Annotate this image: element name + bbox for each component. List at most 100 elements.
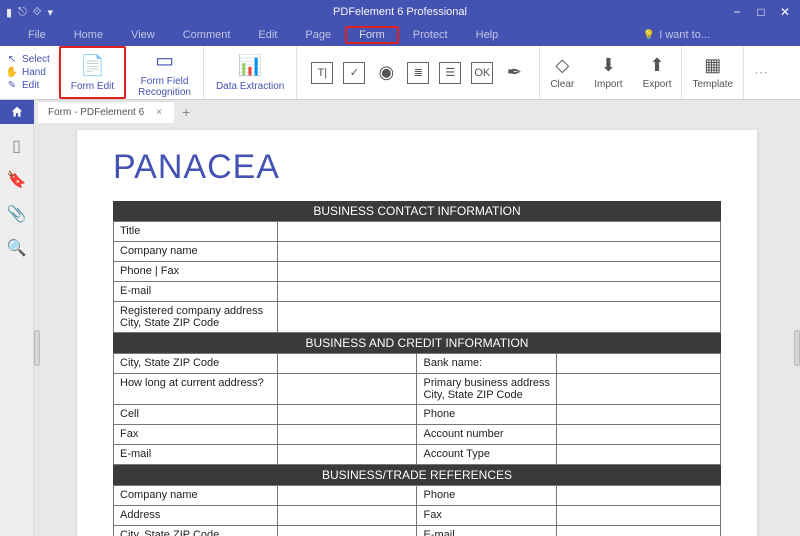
- section-2-header: BUSINESS AND CREDIT INFORMATION: [113, 333, 721, 353]
- app-logo-icon: ▮: [6, 6, 12, 19]
- s2-r2-rv[interactable]: [557, 405, 721, 425]
- s2-r2-r: Phone: [417, 405, 557, 425]
- page-viewport[interactable]: PANACEA BUSINESS CONTACT INFORMATION Tit…: [34, 124, 800, 536]
- form-field-recognition-button[interactable]: ▭ Form FieldRecognition: [126, 46, 204, 99]
- s3-r2-r: E-mail: [417, 526, 557, 536]
- s2-r3-r: Account number: [417, 425, 557, 445]
- qat-icon-2[interactable]: ⟐: [33, 6, 42, 19]
- menu-comment[interactable]: Comment: [169, 26, 245, 44]
- s3-r2-lv[interactable]: [277, 526, 417, 536]
- textfield-tool[interactable]: T|: [311, 62, 333, 84]
- hand-label: Hand: [22, 67, 46, 78]
- close-button[interactable]: ✕: [774, 3, 796, 21]
- clear-label: Clear: [550, 79, 574, 90]
- export-button[interactable]: ⬆Export: [633, 46, 682, 99]
- s3-r1-rv[interactable]: [557, 506, 721, 526]
- tab-close-button[interactable]: ×: [154, 107, 164, 118]
- clear-button[interactable]: ◇Clear: [540, 46, 584, 99]
- menu-protect[interactable]: Protect: [399, 26, 462, 44]
- template-button[interactable]: ▦Template: [682, 46, 743, 99]
- listbox-tool[interactable]: ☰: [439, 62, 461, 84]
- minimize-button[interactable]: −: [726, 3, 748, 21]
- form-edit-button[interactable]: 📄 Form Edit: [59, 46, 126, 99]
- s3-r0-lv[interactable]: [277, 486, 417, 506]
- document-tab[interactable]: Form - PDFelement 6 ×: [38, 101, 174, 123]
- s2-r3-l: Fax: [114, 425, 278, 445]
- qat-dropdown-icon[interactable]: ▾: [47, 6, 53, 19]
- search-icon[interactable]: 🔍: [9, 240, 25, 256]
- menu-view[interactable]: View: [117, 26, 169, 44]
- menu-home[interactable]: Home: [60, 26, 117, 44]
- new-tab-button[interactable]: +: [182, 104, 190, 120]
- extraction-label: Data Extraction: [216, 81, 284, 92]
- select-label: Select: [22, 54, 50, 65]
- s2-r3-rv[interactable]: [557, 425, 721, 445]
- s1-val-3[interactable]: [277, 282, 720, 302]
- s2-r4-l: E-mail: [114, 445, 278, 465]
- menu-edit[interactable]: Edit: [244, 26, 291, 44]
- s2-r4-rv[interactable]: [557, 445, 721, 465]
- i-want-to-button[interactable]: 💡 I want to...: [643, 29, 710, 41]
- data-extraction-button[interactable]: 📊 Data Extraction: [204, 46, 297, 99]
- import-button[interactable]: ⬇Import: [584, 46, 632, 99]
- ribbon: ↖Select ✋ Hand ✎Edit 📄 Form Edit ▭ Form F…: [0, 46, 800, 100]
- home-tab-button[interactable]: [0, 100, 34, 124]
- right-handle[interactable]: [794, 330, 800, 366]
- s2-r1-rv[interactable]: [557, 374, 721, 405]
- extraction-icon: 📊: [238, 53, 263, 78]
- workspace: ▯ 🔖 📎 🔍 PANACEA BUSINESS CONTACT INFORMA…: [0, 124, 800, 536]
- s2-r1-r: Primary business address City, State ZIP…: [417, 374, 557, 405]
- recognition-label: Form FieldRecognition: [138, 76, 191, 98]
- form-edit-icon: 📄: [80, 53, 105, 78]
- export-icon: ⬆: [649, 55, 664, 76]
- section-2-table: City, State ZIP CodeBank name: How long …: [113, 353, 721, 465]
- left-handle[interactable]: [34, 330, 40, 366]
- thumbnails-icon[interactable]: ▯: [9, 138, 25, 154]
- signature-tool[interactable]: ✒: [503, 62, 525, 84]
- s2-r0-lv[interactable]: [277, 354, 417, 374]
- s2-r0-rv[interactable]: [557, 354, 721, 374]
- attachments-icon[interactable]: 📎: [9, 206, 25, 222]
- s3-r1-lv[interactable]: [277, 506, 417, 526]
- menu-form[interactable]: Form: [345, 26, 399, 44]
- edit-label: Edit: [22, 80, 39, 91]
- s2-r1-lv[interactable]: [277, 374, 417, 405]
- button-tool[interactable]: OK: [471, 62, 493, 84]
- edit-tool[interactable]: ✎Edit: [6, 80, 50, 91]
- s1-val-1[interactable]: [277, 242, 720, 262]
- hand-icon: ✋: [6, 67, 18, 78]
- form-edit-label: Form Edit: [71, 81, 114, 92]
- home-icon: [10, 105, 24, 119]
- qat-icon-1[interactable]: ⎋: [18, 6, 27, 19]
- select-tool[interactable]: ↖Select: [6, 54, 50, 65]
- s2-r4-lv[interactable]: [277, 445, 417, 465]
- s3-r2-rv[interactable]: [557, 526, 721, 536]
- combo-tool[interactable]: ≣: [407, 62, 429, 84]
- s2-r0-l: City, State ZIP Code: [114, 354, 278, 374]
- radio-tool[interactable]: ◉: [375, 62, 397, 84]
- s1-val-4[interactable]: [277, 302, 720, 333]
- side-panel: ▯ 🔖 📎 🔍: [0, 124, 34, 536]
- s3-r1-l: Address: [114, 506, 278, 526]
- menu-page[interactable]: Page: [291, 26, 345, 44]
- import-label: Import: [594, 79, 622, 90]
- menu-file[interactable]: File: [14, 26, 60, 44]
- form-tools-group: T| ✓ ◉ ≣ ☰ OK ✒: [297, 46, 540, 99]
- s3-r0-rv[interactable]: [557, 486, 721, 506]
- more-button[interactable]: ⋯: [744, 46, 778, 99]
- s1-row-phonefax: Phone | Fax: [114, 262, 278, 282]
- s1-val-2[interactable]: [277, 262, 720, 282]
- hand-tool[interactable]: ✋ Hand: [6, 67, 50, 78]
- s1-val-0[interactable]: [277, 222, 720, 242]
- menu-help[interactable]: Help: [462, 26, 513, 44]
- s3-r0-l: Company name: [114, 486, 278, 506]
- s2-r1-l: How long at current address?: [114, 374, 278, 405]
- s2-r2-lv[interactable]: [277, 405, 417, 425]
- template-label: Template: [692, 79, 733, 90]
- tab-strip: Form - PDFelement 6 × +: [0, 100, 800, 124]
- s2-r3-lv[interactable]: [277, 425, 417, 445]
- bookmarks-icon[interactable]: 🔖: [9, 172, 25, 188]
- maximize-button[interactable]: □: [750, 3, 772, 21]
- checkbox-tool[interactable]: ✓: [343, 62, 365, 84]
- app-title: PDFelement 6 Professional: [333, 6, 467, 18]
